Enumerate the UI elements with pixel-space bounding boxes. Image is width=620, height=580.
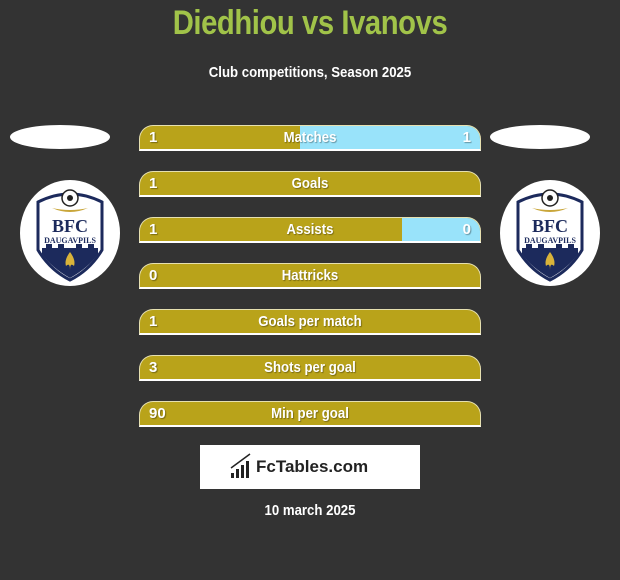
stat-label: Hattricks: [281, 267, 339, 284]
left-value: 1: [149, 221, 158, 238]
left-player-badge: [10, 125, 110, 149]
left-value: 1: [149, 175, 158, 192]
right-value: 1: [462, 129, 471, 146]
fctables-brand-link[interactable]: FcTables.com: [200, 445, 420, 489]
bar-chart-logo-icon: [230, 453, 251, 478]
left-team-logo: BFC DAUGAVPILS: [20, 180, 120, 286]
stat-label: Matches: [283, 129, 337, 146]
svg-text:BFC: BFC: [52, 216, 88, 236]
page-subtitle: Club competitions, Season 2025: [208, 64, 412, 81]
stat-label: Min per goal: [271, 405, 349, 422]
left-value: 3: [149, 359, 158, 376]
left-value: 1: [149, 313, 158, 330]
stat-row-shots-per-goal: 3 Shots per goal: [139, 355, 481, 381]
stat-row-goals-per-match: 1 Goals per match: [139, 309, 481, 335]
stat-row-min-per-goal: 90 Min per goal: [139, 401, 481, 427]
right-player-badge: [490, 125, 590, 149]
brand-name: FcTables.com: [256, 457, 369, 476]
right-team-logo: BFC DAUGAVPILS: [500, 180, 600, 286]
club-crest-icon: BFC DAUGAVPILS: [36, 189, 104, 282]
club-crest-icon: BFC DAUGAVPILS: [516, 189, 584, 282]
match-date: 10 march 2025: [264, 502, 356, 519]
stat-label: Shots per goal: [264, 359, 356, 376]
svg-text:BFC: BFC: [532, 216, 568, 236]
left-value: 0: [149, 267, 158, 284]
page-title: Diedhiou vs Ivanovs: [172, 4, 448, 42]
stat-row-matches: 1 Matches 1: [139, 125, 481, 151]
left-value: 1: [149, 129, 158, 146]
stat-row-goals: 1 Goals: [139, 171, 481, 197]
stat-label: Assists: [286, 221, 334, 238]
svg-text:DAUGAVPILS: DAUGAVPILS: [44, 236, 96, 245]
stat-row-assists: 1 Assists 0: [139, 217, 481, 243]
svg-text:DAUGAVPILS: DAUGAVPILS: [524, 236, 576, 245]
right-value: 0: [462, 221, 471, 238]
stat-label: Goals per match: [258, 313, 362, 330]
stat-row-hattricks: 0 Hattricks: [139, 263, 481, 289]
stat-label: Goals: [291, 175, 329, 192]
